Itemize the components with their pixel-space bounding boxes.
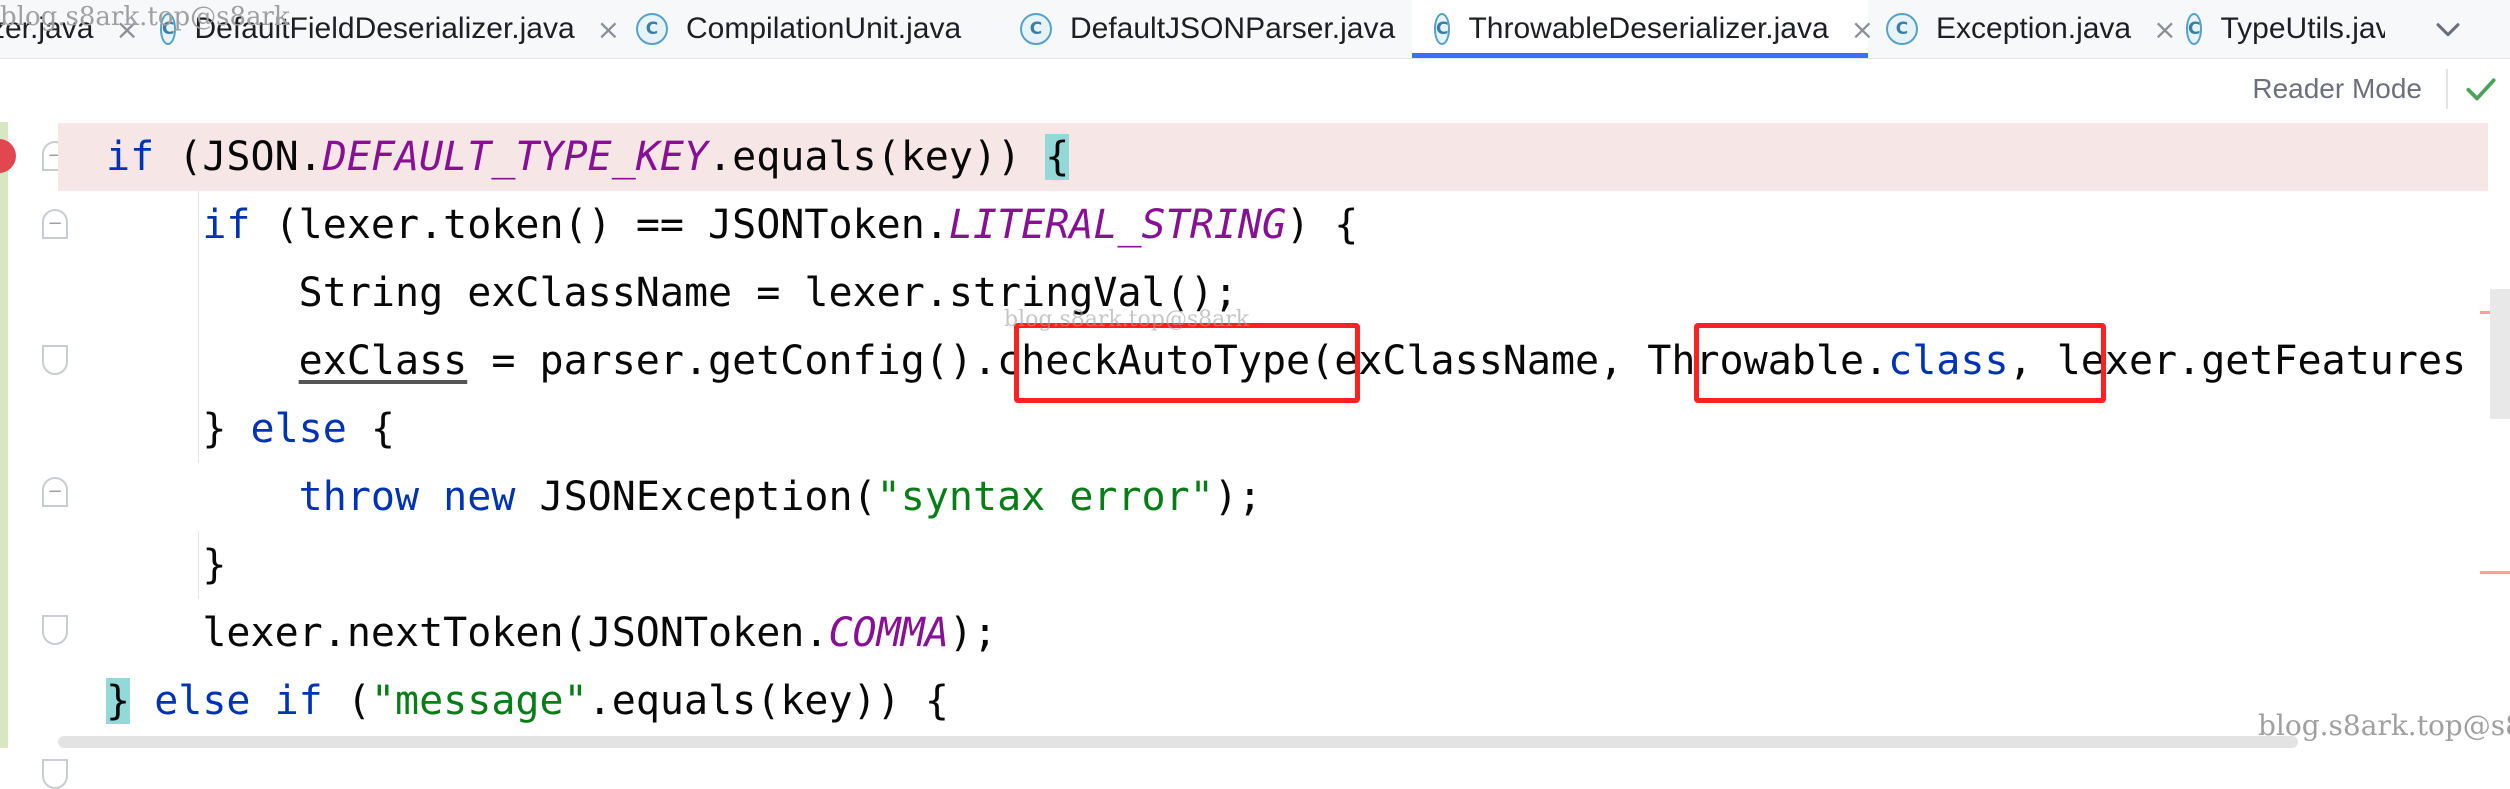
code-text: { (346, 406, 395, 452)
code-text: } (106, 542, 227, 588)
tab-label: ThrowableDeserializer.java (1468, 12, 1829, 45)
vcs-change-marker (0, 122, 8, 748)
code-text: ) { (1286, 202, 1359, 248)
close-icon[interactable]: × (2153, 13, 2176, 46)
tab-overflow-button[interactable] (2385, 0, 2510, 58)
code-text: , (2008, 338, 2033, 384)
code-line-8[interactable]: lexer.nextToken(JSONToken.COMMA); (58, 599, 2488, 667)
code-line-2[interactable]: if (lexer.token() == JSONToken.LITERAL_S… (58, 191, 2488, 259)
code-text: (exClassName, (1310, 338, 1648, 384)
code-line-3[interactable]: String exClassName = lexer.stringVal(); (58, 259, 2488, 327)
code-text: lexer.nextToken(JSONToken. (106, 610, 829, 656)
code-text: .equals(key)) (708, 134, 1046, 180)
code-text: ); (1213, 474, 1262, 520)
watermark: blog.s8ark.top@s8ark (1004, 307, 1250, 332)
class-icon: C (1020, 13, 1052, 45)
error-stripe-marker[interactable] (2480, 571, 2510, 574)
code-text: ( (322, 678, 371, 724)
code-text: .equals(key)) { (587, 678, 949, 724)
code-line-1[interactable]: if (JSON.DEFAULT_TYPE_KEY.equals(key)) { (58, 123, 2488, 191)
vertical-scrollbar[interactable] (2490, 289, 2510, 419)
tab-label: Exception.java (1936, 12, 2132, 45)
class-icon: C (2186, 13, 2203, 45)
tab-label: DefaultJSONParser.java (1070, 12, 1396, 45)
code-line-7[interactable]: } (58, 531, 2488, 599)
tab-type-utils[interactable]: C TypeUtils.jav (2186, 0, 2385, 58)
tab-default-json-parser[interactable]: C DefaultJSONParser.java (1020, 0, 1420, 58)
tab-exception[interactable]: C Exception.java × (1886, 0, 2186, 58)
code-text: lexer.getFeatures (2032, 338, 2467, 384)
code-text: (lexer.token() == JSONToken. (250, 202, 949, 248)
keyword: else if (154, 678, 323, 724)
horizontal-scrollbar[interactable] (58, 736, 2298, 748)
class-icon: C (1434, 13, 1451, 45)
variable: exClass (298, 338, 468, 384)
string-literal: "syntax error" (876, 474, 1214, 520)
code-text: JSONException( (515, 474, 877, 520)
fold-end-icon[interactable] (42, 759, 68, 789)
keyword: else (250, 406, 347, 452)
code-line-5[interactable]: } else { (58, 395, 2488, 463)
code-line-9[interactable]: } else if ("message".equals(key)) { (58, 667, 2488, 735)
keyword: if (202, 202, 251, 248)
tab-throwable-deserializer[interactable]: C ThrowableDeserializer.java × (1412, 0, 1874, 58)
tab-compilation-unit[interactable]: C CompilationUnit.java (636, 0, 976, 58)
divider (2446, 69, 2448, 109)
keyword: throw (298, 474, 420, 520)
code-text: } (106, 406, 251, 452)
tab-label: CompilationUnit.java (686, 12, 962, 45)
code-text: ); (948, 610, 998, 656)
editor-toolbar: Reader Mode (2210, 59, 2510, 119)
tab-label: TypeUtils.jav (2220, 12, 2385, 45)
method-call: checkAutoType (997, 338, 1311, 384)
class-icon: C (1886, 13, 1918, 45)
string-literal: "message" (370, 678, 588, 724)
code-editor[interactable]: − − − Reader Mode if (JSON.DEFAULT_TYPE_… (0, 59, 2510, 789)
class-icon: C (636, 13, 668, 45)
editor-tab-bar: zer.java × C DefaultFieldDeserializer.ja… (0, 0, 2510, 59)
code-line-4[interactable]: exClass = parser.getConfig().checkAutoTy… (58, 327, 2488, 395)
constant: COMMA (828, 610, 949, 656)
close-icon[interactable]: × (1851, 13, 1874, 46)
inspection-ok-icon[interactable] (2462, 70, 2500, 108)
close-icon[interactable]: × (597, 13, 620, 46)
code-text: Throwable. (1647, 338, 1889, 384)
code-text: (JSON. (154, 134, 323, 180)
code-line-6[interactable]: throw new JSONException("syntax error"); (58, 463, 2488, 531)
reader-mode-button[interactable]: Reader Mode (2252, 73, 2422, 105)
keyword: class (1888, 338, 2009, 384)
chevron-down-icon (2436, 23, 2459, 37)
keyword: new (443, 474, 516, 520)
matched-brace: } (106, 678, 131, 724)
constant: DEFAULT_TYPE_KEY (322, 134, 709, 180)
constant: LITERAL_STRING (948, 202, 1287, 248)
matched-brace: { (1045, 134, 1070, 180)
watermark: blog.s8ark.top@s8ark (0, 2, 290, 32)
code-text: = parser.getConfig(). (467, 338, 998, 384)
keyword: if (106, 134, 155, 180)
